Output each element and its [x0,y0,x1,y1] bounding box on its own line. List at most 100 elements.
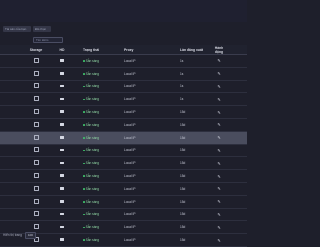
hd-cell[interactable] [56,84,68,88]
status-text: Sẵn sàng [85,161,100,166]
edit-icon[interactable]: ✎ [217,186,220,191]
selected-filter-chip[interactable]: Đã chọn [33,26,51,32]
last-logout-cell: 1s [180,84,184,89]
storage-icon [33,83,39,89]
hd-cell[interactable] [56,174,68,178]
storage-cell[interactable] [28,109,44,115]
action-cell[interactable]: ✎ [212,71,226,76]
status-text: Sẵn sàng [85,148,100,153]
hd-cell[interactable] [56,97,68,101]
hd-icon [60,59,64,62]
storage-cell[interactable] [28,134,44,141]
storage-icon [33,160,39,166]
hd-cell[interactable] [56,200,68,204]
hd-cell[interactable] [56,187,68,191]
header-hd[interactable]: HD [56,48,68,52]
edit-icon[interactable]: ✎ [217,84,220,89]
table-row[interactable]: Sẵn sàng Local IP 15d ✎ [0,157,247,171]
action-cell[interactable]: ✎ [212,97,226,102]
status-cell: Sẵn sàng [83,174,113,178]
storage-cell[interactable] [28,57,44,64]
storage-cell[interactable] [28,121,44,128]
hd-cell[interactable] [56,161,68,165]
status-dot-icon [83,73,85,75]
storage-cell[interactable] [28,160,44,166]
storage-cell[interactable] [28,173,44,179]
table-row[interactable]: Sẵn sàng Local IP 15d ✎ [0,196,247,209]
table-row[interactable]: Sẵn sàng Local IP 1s ✎ [0,81,247,94]
hd-cell[interactable] [56,123,68,127]
edit-icon[interactable]: ✎ [217,135,220,140]
search-input[interactable]: Tìm kiếm [33,37,63,43]
storage-cell[interactable] [28,185,44,192]
header-last-logout[interactable]: Lần đăng xuất [180,48,210,52]
edit-icon[interactable]: ✎ [217,161,220,166]
table-row[interactable]: Sẵn sàng Local IP 15d ✎ [0,209,247,222]
storage-cell[interactable] [28,224,44,230]
table-row[interactable]: Sẵn sàng Local IP 15d ✎ [0,183,247,196]
hd-cell[interactable] [56,59,68,63]
table-row[interactable]: Sẵn sàng Local IP 1s ✎ [0,93,247,107]
header-proxy[interactable]: Proxy [124,48,154,52]
table-row[interactable]: Sẵn sàng Local IP 15d ✎ [0,145,247,158]
status-dot-icon [83,60,85,62]
edit-icon[interactable]: ✎ [217,212,220,217]
storage-cell[interactable] [28,147,44,153]
edit-icon[interactable]: ✎ [217,122,220,127]
header-storage[interactable]: Storage [28,48,44,52]
last-logout-cell: 15d [180,135,186,140]
action-cell[interactable]: ✎ [212,148,226,153]
hd-cell[interactable] [56,72,68,76]
hd-icon [60,97,64,101]
storage-cell[interactable] [28,211,44,217]
edit-icon[interactable]: ✎ [217,225,220,230]
action-cell[interactable]: ✎ [212,110,226,115]
page-size-select[interactable]: 100 [24,231,36,239]
action-cell[interactable]: ✎ [212,225,226,230]
storage-cell[interactable] [28,83,44,89]
action-cell[interactable]: ✎ [212,161,226,166]
storage-cell[interactable] [28,96,44,102]
edit-icon[interactable]: ✎ [217,174,220,179]
hd-icon [60,212,64,216]
last-logout-cell: 15d [180,212,186,217]
proxy-cell: Local IP [124,71,136,76]
edit-icon[interactable]: ✎ [217,71,220,76]
hd-cell[interactable] [56,110,68,114]
edit-icon[interactable]: ✎ [217,58,220,63]
proxy-cell: Local IP [124,84,136,89]
hd-cell[interactable] [56,136,68,140]
action-cell[interactable]: ✎ [212,199,226,204]
edit-icon[interactable]: ✎ [217,110,220,115]
storage-cell[interactable] [28,70,44,77]
action-cell[interactable]: ✎ [212,84,226,89]
account-filter-chip[interactable]: Tài sản của bạn [3,26,31,32]
table-row[interactable]: Sẵn sàng Local IP 1s ✎ [0,68,247,81]
header-status[interactable]: Trạng thái [83,48,113,52]
action-cell[interactable]: ✎ [212,186,226,191]
status-dot-icon [83,188,85,190]
hd-cell[interactable] [56,148,68,152]
table-row[interactable]: Sẵn sàng Local IP 15d ✎ [0,106,247,119]
proxy-cell: Local IP [124,58,136,63]
status-dot-icon [83,226,85,229]
action-cell[interactable]: ✎ [212,238,226,243]
hd-cell[interactable] [56,212,68,216]
action-cell[interactable]: ✎ [212,212,226,217]
table-row[interactable]: Sẵn sàng Local IP 15d ✎ [0,119,247,132]
action-cell[interactable]: ✎ [212,174,226,179]
last-logout-cell: 1s [180,97,184,102]
table-row[interactable]: Sẵn sàng Local IP 15d ✎ [0,170,247,183]
edit-icon[interactable]: ✎ [217,148,220,153]
action-cell[interactable]: ✎ [212,58,226,63]
table-row[interactable]: Sẵn sàng Local IP 1s ✎ [0,55,247,68]
status-cell: Sẵn sàng [83,161,113,165]
edit-icon[interactable]: ✎ [217,238,220,243]
edit-icon[interactable]: ✎ [217,199,220,204]
action-cell[interactable]: ✎ [212,135,226,140]
edit-icon[interactable]: ✎ [217,97,220,102]
table-row[interactable]: Sẵn sàng Local IP 15d ✎ [0,131,247,145]
storage-cell[interactable] [28,198,44,205]
hd-cell[interactable] [56,225,68,229]
action-cell[interactable]: ✎ [212,122,226,127]
